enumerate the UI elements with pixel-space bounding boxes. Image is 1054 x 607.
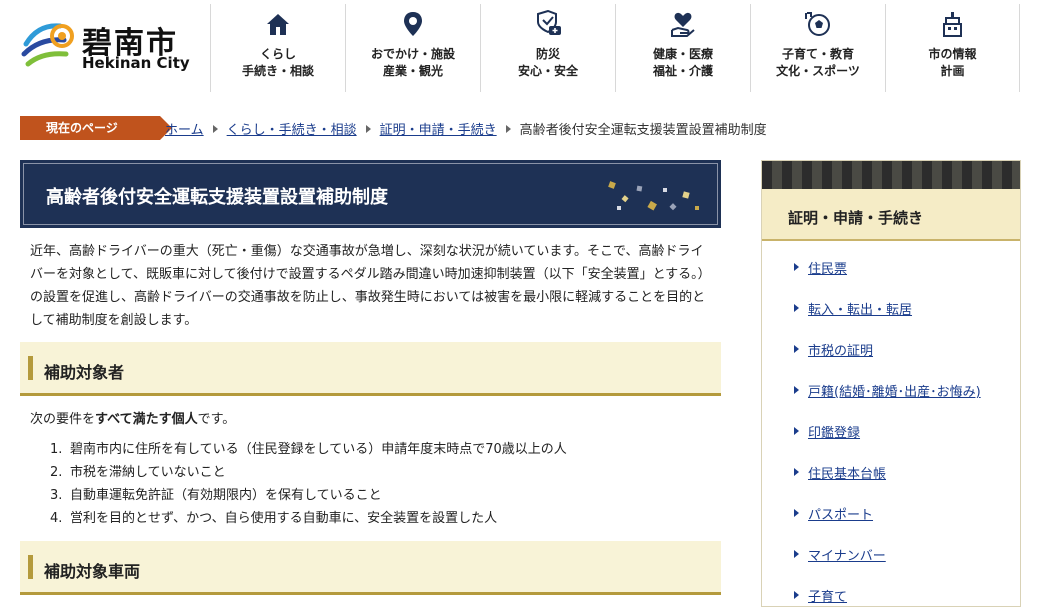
gnav-label-2: 産業・観光 (382, 64, 443, 78)
gnav-item-kurashi[interactable]: くらし 手続き・相談 (210, 4, 345, 92)
gnav-label-2: 文化・スポーツ (776, 64, 860, 78)
arrow-icon (794, 345, 799, 353)
sidebar-item: 戸籍(結婚･離婚･出産･お悔み) (762, 380, 1020, 421)
sidebar-link[interactable]: 住民票 (808, 258, 847, 277)
gnav-label-1: 健康・医療 (652, 47, 713, 61)
global-nav: くらし 手続き・相談 おでかけ・施設 産業・観光 防災 安心・安全 健康・医療 … (210, 4, 1020, 92)
arrow-icon (794, 386, 799, 394)
sidebar-item: パスポート (762, 503, 1020, 544)
arrow-icon (794, 468, 799, 476)
logo-name-en: Hekinan City (82, 54, 190, 72)
gnav-label-1: くらし (259, 47, 296, 61)
breadcrumb-current: 高齢者後付安全運転支援装置設置補助制度 (519, 123, 767, 138)
intro-paragraph: 近年、高齢ドライバーの重大（死亡・重傷）な交通事故が急増し、深刻な状況が続いてい… (30, 244, 711, 328)
sidebar: 証明・申請・手続き 住民票 転入・転出・転居 市税の証明 戸籍(結婚･離婚･出産… (761, 160, 1021, 607)
list-item: 4. 営利を目的とせず、かつ、自ら使用する自動車に、安全装置を設置した人 (50, 511, 498, 526)
list-item: 2. 市税を滞納していないこと (50, 465, 226, 480)
sidebar-item: 住民票 (762, 257, 1020, 298)
site-header: 碧南市 Hekinan City くらし 手続き・相談 おでかけ・施設 産業・観… (0, 0, 1054, 92)
gnav-item-kenkou[interactable]: 健康・医療 福祉・介護 (615, 4, 750, 92)
list-item: 1. 碧南市内に住所を有している（住民登録をしている）申請年度末時点で70歳以上の… (50, 442, 567, 457)
section-heading-text: 補助対象者 (44, 363, 125, 382)
page-title: 高齢者後付安全運転支援装置設置補助制度 (46, 187, 388, 208)
gnav-label-1: 子育て・教育 (781, 47, 854, 61)
section-heading-taishousha: 補助対象者 (20, 342, 721, 396)
house-icon (267, 14, 289, 35)
gnav-item-shinojouhou[interactable]: 市の情報 計画 (885, 4, 1020, 92)
sidebar-item: 子育て (762, 585, 1020, 607)
sidebar-link[interactable]: 戸籍(結婚･離婚･出産･お悔み) (808, 381, 981, 400)
gnav-label-2: 計画 (940, 64, 965, 78)
sidebar-link[interactable]: 子育て (808, 586, 847, 605)
site-logo[interactable]: 碧南市 Hekinan City (20, 14, 200, 74)
gnav-item-odekake[interactable]: おでかけ・施設 産業・観光 (345, 4, 480, 92)
sidebar-heading: 証明・申請・手続き (788, 209, 924, 227)
arrow-icon (794, 304, 799, 312)
breadcrumb-link-kurashi[interactable]: くらし・手続き・相談 (227, 123, 357, 138)
arrow-icon (794, 427, 799, 435)
breadcrumb-link-shoumei[interactable]: 証明・申請・手続き (380, 123, 497, 138)
soccer-ball-icon (805, 12, 830, 36)
page-title-box: 高齢者後付安全運転支援装置設置補助制度 (20, 160, 721, 228)
requirements-list: 1. 碧南市内に住所を有している（住民登録をしている）申請年度末時点で70歳以上の… (50, 438, 567, 530)
arrow-icon (794, 550, 799, 558)
sidebar-item: 転入・転出・転居 (762, 298, 1020, 339)
sidebar-link[interactable]: 市税の証明 (808, 340, 873, 359)
gnav-label-1: 防災 (535, 47, 560, 61)
sidebar-link[interactable]: 住民基本台帳 (808, 463, 886, 482)
breadcrumb: ホーム くらし・手続き・相談 証明・申請・手続き 高齢者後付安全運転支援装置設置補助制… (165, 119, 767, 138)
breadcrumb-arrow-icon (505, 125, 511, 133)
city-hall-icon (942, 12, 962, 37)
breadcrumb-tag: 現在のページ (20, 116, 172, 140)
sidebar-item: 印鑑登録 (762, 421, 1020, 462)
gnav-label-2: 安心・安全 (517, 64, 578, 78)
requirements-lead: 次の要件をすべて満たす個人です。 (30, 412, 236, 427)
shield-ambulance-icon (537, 10, 561, 35)
sparkle-decoration-icon (608, 181, 699, 211)
sidebar-heading-box: 証明・申請・手続き (762, 189, 1020, 241)
gnav-label-1: おでかけ・施設 (370, 47, 455, 61)
section-heading-text: 補助対象車両 (44, 562, 141, 581)
section-heading-sharyou: 補助対象車両 (20, 541, 721, 595)
breadcrumb-arrow-icon (365, 125, 371, 133)
sidebar-link[interactable]: パスポート (808, 504, 873, 523)
breadcrumb-arrow-icon (212, 125, 218, 133)
sidebar-link[interactable]: 転入・転出・転居 (808, 299, 912, 318)
list-item: 3. 自動車運転免許証（有効期限内）を保有していること (50, 488, 382, 503)
sidebar-item: 市税の証明 (762, 339, 1020, 380)
heart-hand-icon (671, 12, 695, 37)
arrow-icon (794, 263, 799, 271)
sidebar-decoration (762, 161, 1020, 189)
gnav-label-2: 福祉・介護 (652, 64, 713, 78)
gnav-label-2: 手続き・相談 (241, 64, 314, 78)
gnav-item-bousai[interactable]: 防災 安心・安全 (480, 4, 615, 92)
map-pin-icon (404, 12, 422, 36)
sidebar-item: 住民基本台帳 (762, 462, 1020, 503)
logo-mark-icon (21, 23, 74, 67)
arrow-icon (794, 591, 799, 599)
sidebar-link[interactable]: 印鑑登録 (808, 422, 860, 441)
gnav-label-1: 市の情報 (928, 47, 977, 61)
sidebar-links: 住民票 転入・転出・転居 市税の証明 戸籍(結婚･離婚･出産･お悔み) 印鑑登録… (762, 257, 1020, 607)
sidebar-link[interactable]: マイナンバー (808, 545, 886, 564)
arrow-icon (794, 509, 799, 517)
sidebar-item: マイナンバー (762, 544, 1020, 585)
gnav-item-kosodate[interactable]: 子育て・教育 文化・スポーツ (750, 4, 885, 92)
breadcrumb-link-home[interactable]: ホーム (165, 123, 204, 138)
